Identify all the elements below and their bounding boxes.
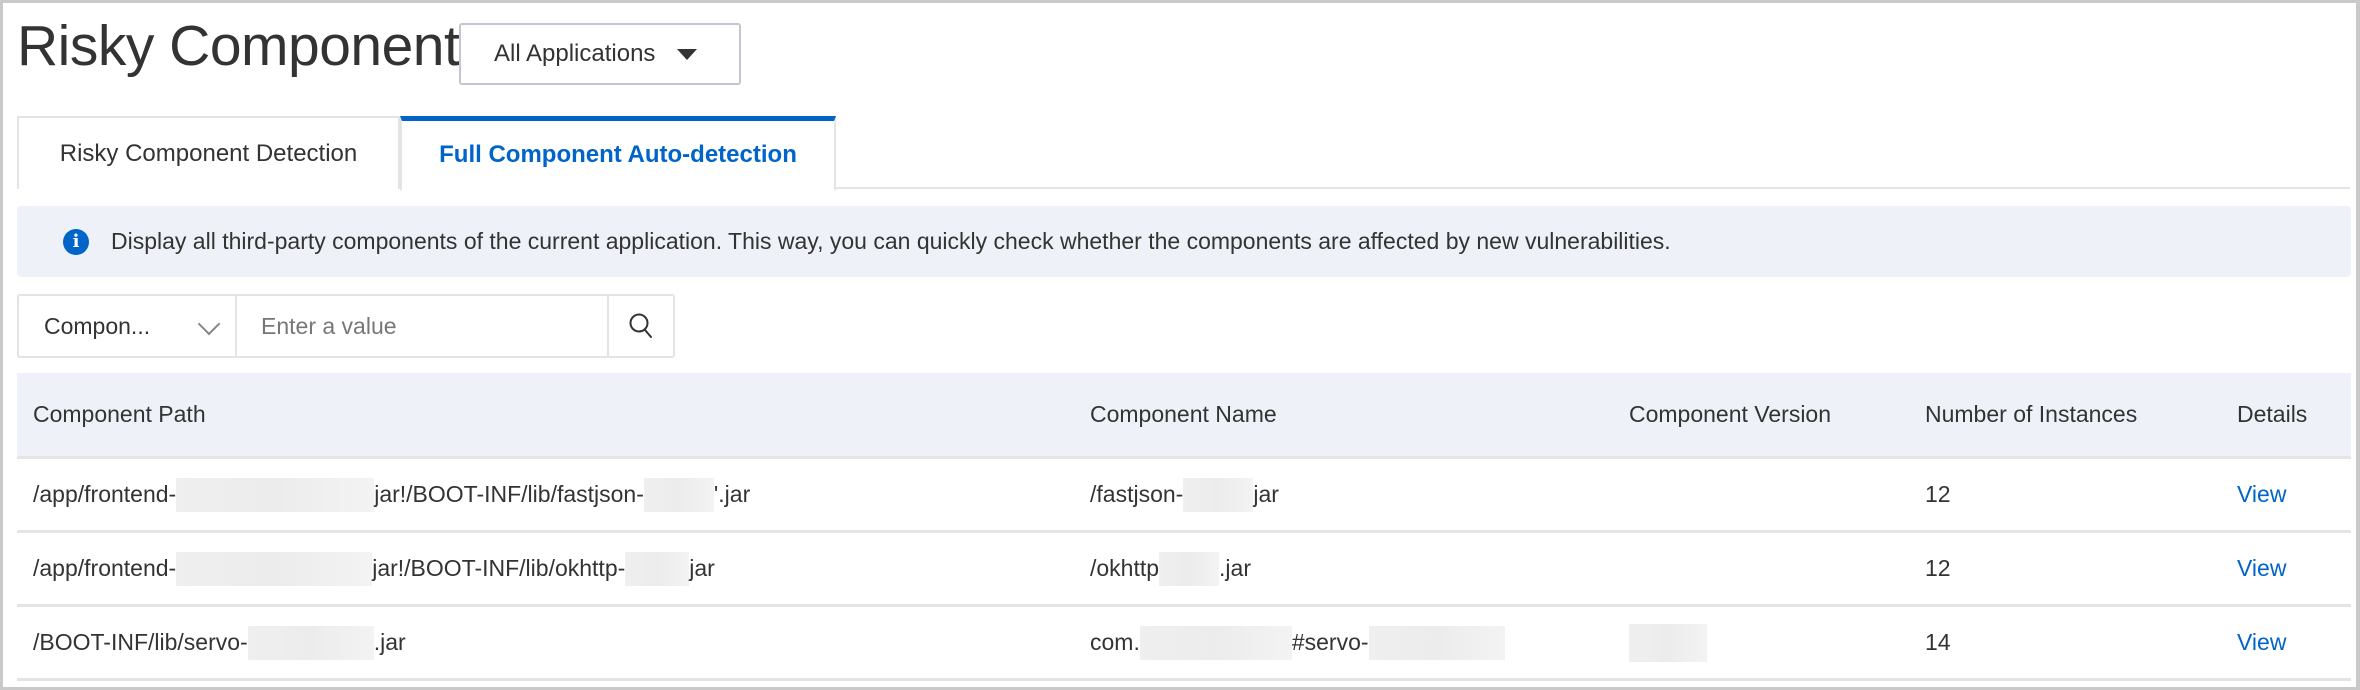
cell-component-path: /app/frontend- jar!/BOOT-INF/lib/fastjso… bbox=[33, 459, 750, 530]
name-text: /okhttp bbox=[1090, 555, 1160, 581]
cell-component-version bbox=[1629, 607, 1707, 678]
column-header-number-of-instances: Number of Instances bbox=[1925, 401, 2138, 427]
view-details-link[interactable]: View bbox=[2237, 629, 2286, 656]
redacted-block bbox=[176, 477, 375, 512]
page-frame: Risky Component All Applications Risky C… bbox=[0, 0, 2360, 690]
search-field-select[interactable]: Compon... bbox=[19, 296, 237, 356]
path-text: jar bbox=[689, 555, 715, 581]
table-row: /BOOT-INF/lib/servo- .jar com. #servo- 1… bbox=[17, 607, 2351, 681]
column-header-component-path: Component Path bbox=[33, 401, 206, 427]
path-text: '.jar bbox=[713, 481, 751, 507]
cell-instances: 14 bbox=[1925, 629, 1951, 655]
tab-risky-component-detection[interactable]: Risky Component Detection bbox=[17, 116, 400, 189]
path-text: jar!/BOOT-INF/lib/fastjson- bbox=[374, 481, 644, 507]
cell-component-path: /app/frontend- jar!/BOOT-INF/lib/okhttp-… bbox=[33, 533, 715, 604]
cell-details: View bbox=[2237, 533, 2286, 604]
info-icon: i bbox=[63, 228, 89, 255]
name-text: #servo- bbox=[1291, 629, 1369, 655]
name-text: /fastjson- bbox=[1090, 481, 1184, 507]
cell-component-path: /BOOT-INF/lib/servo- .jar bbox=[33, 607, 406, 678]
redacted-block bbox=[1183, 477, 1254, 512]
table-row: /app/frontend- jar!/BOOT-INF/lib/fastjso… bbox=[17, 459, 2351, 533]
view-details-link[interactable]: View bbox=[2237, 555, 2286, 582]
path-text: .jar bbox=[373, 629, 406, 655]
cell-details: View bbox=[2237, 459, 2286, 530]
info-alert: i Display all third-party components of … bbox=[17, 206, 2351, 277]
tab-bar: Risky Component Detection Full Component… bbox=[17, 116, 2350, 191]
path-text: /BOOT-INF/lib/servo- bbox=[33, 629, 248, 655]
cell-component-name: com. #servo- bbox=[1090, 607, 1505, 678]
redacted-block bbox=[643, 477, 714, 512]
search-field-select-value: Compon... bbox=[44, 312, 151, 339]
alert-message: Display all third-party components of th… bbox=[111, 228, 1671, 254]
components-table: Component Path Component Name Component … bbox=[17, 373, 2351, 681]
column-header-details: Details bbox=[2237, 401, 2308, 427]
redacted-block bbox=[1368, 625, 1505, 660]
cell-instances: 12 bbox=[1925, 555, 1951, 581]
path-text: jar!/BOOT-INF/lib/okhttp- bbox=[372, 555, 626, 581]
caret-down-icon bbox=[677, 48, 698, 60]
redacted-block bbox=[625, 551, 690, 586]
column-header-component-version: Component Version bbox=[1629, 401, 1832, 427]
table-row: /app/frontend- jar!/BOOT-INF/lib/okhttp-… bbox=[17, 533, 2351, 607]
view-details-link[interactable]: View bbox=[2237, 481, 2286, 508]
redacted-block bbox=[176, 551, 373, 586]
search-input[interactable] bbox=[237, 296, 609, 356]
name-text: jar bbox=[1253, 481, 1279, 507]
column-header-component-name: Component Name bbox=[1090, 401, 1277, 427]
table-header: Component Path Component Name Component … bbox=[17, 373, 2351, 459]
redacted-block bbox=[1629, 623, 1707, 662]
search-bar: Compon... bbox=[17, 294, 675, 358]
path-text: /app/frontend- bbox=[33, 555, 177, 581]
redacted-block bbox=[247, 625, 374, 660]
redacted-block bbox=[1139, 625, 1292, 660]
page-title: Risky Component bbox=[17, 14, 460, 78]
tab-full-component-auto-detection[interactable]: Full Component Auto-detection bbox=[400, 116, 836, 191]
cell-instances: 12 bbox=[1925, 481, 1951, 507]
search-icon bbox=[629, 313, 652, 338]
application-select[interactable]: All Applications bbox=[459, 23, 741, 85]
name-text: .jar bbox=[1219, 555, 1251, 581]
cell-details: View bbox=[2237, 607, 2286, 678]
cell-component-name: /okhttp .jar bbox=[1090, 533, 1251, 604]
cell-component-name: /fastjson- jar bbox=[1090, 459, 1279, 530]
name-text: com. bbox=[1090, 629, 1140, 655]
redacted-block bbox=[1159, 551, 1220, 586]
search-button[interactable] bbox=[609, 296, 673, 356]
path-text: /app/frontend- bbox=[33, 481, 177, 507]
chevron-down-icon bbox=[197, 312, 221, 336]
application-select-value: All Applications bbox=[494, 40, 656, 67]
